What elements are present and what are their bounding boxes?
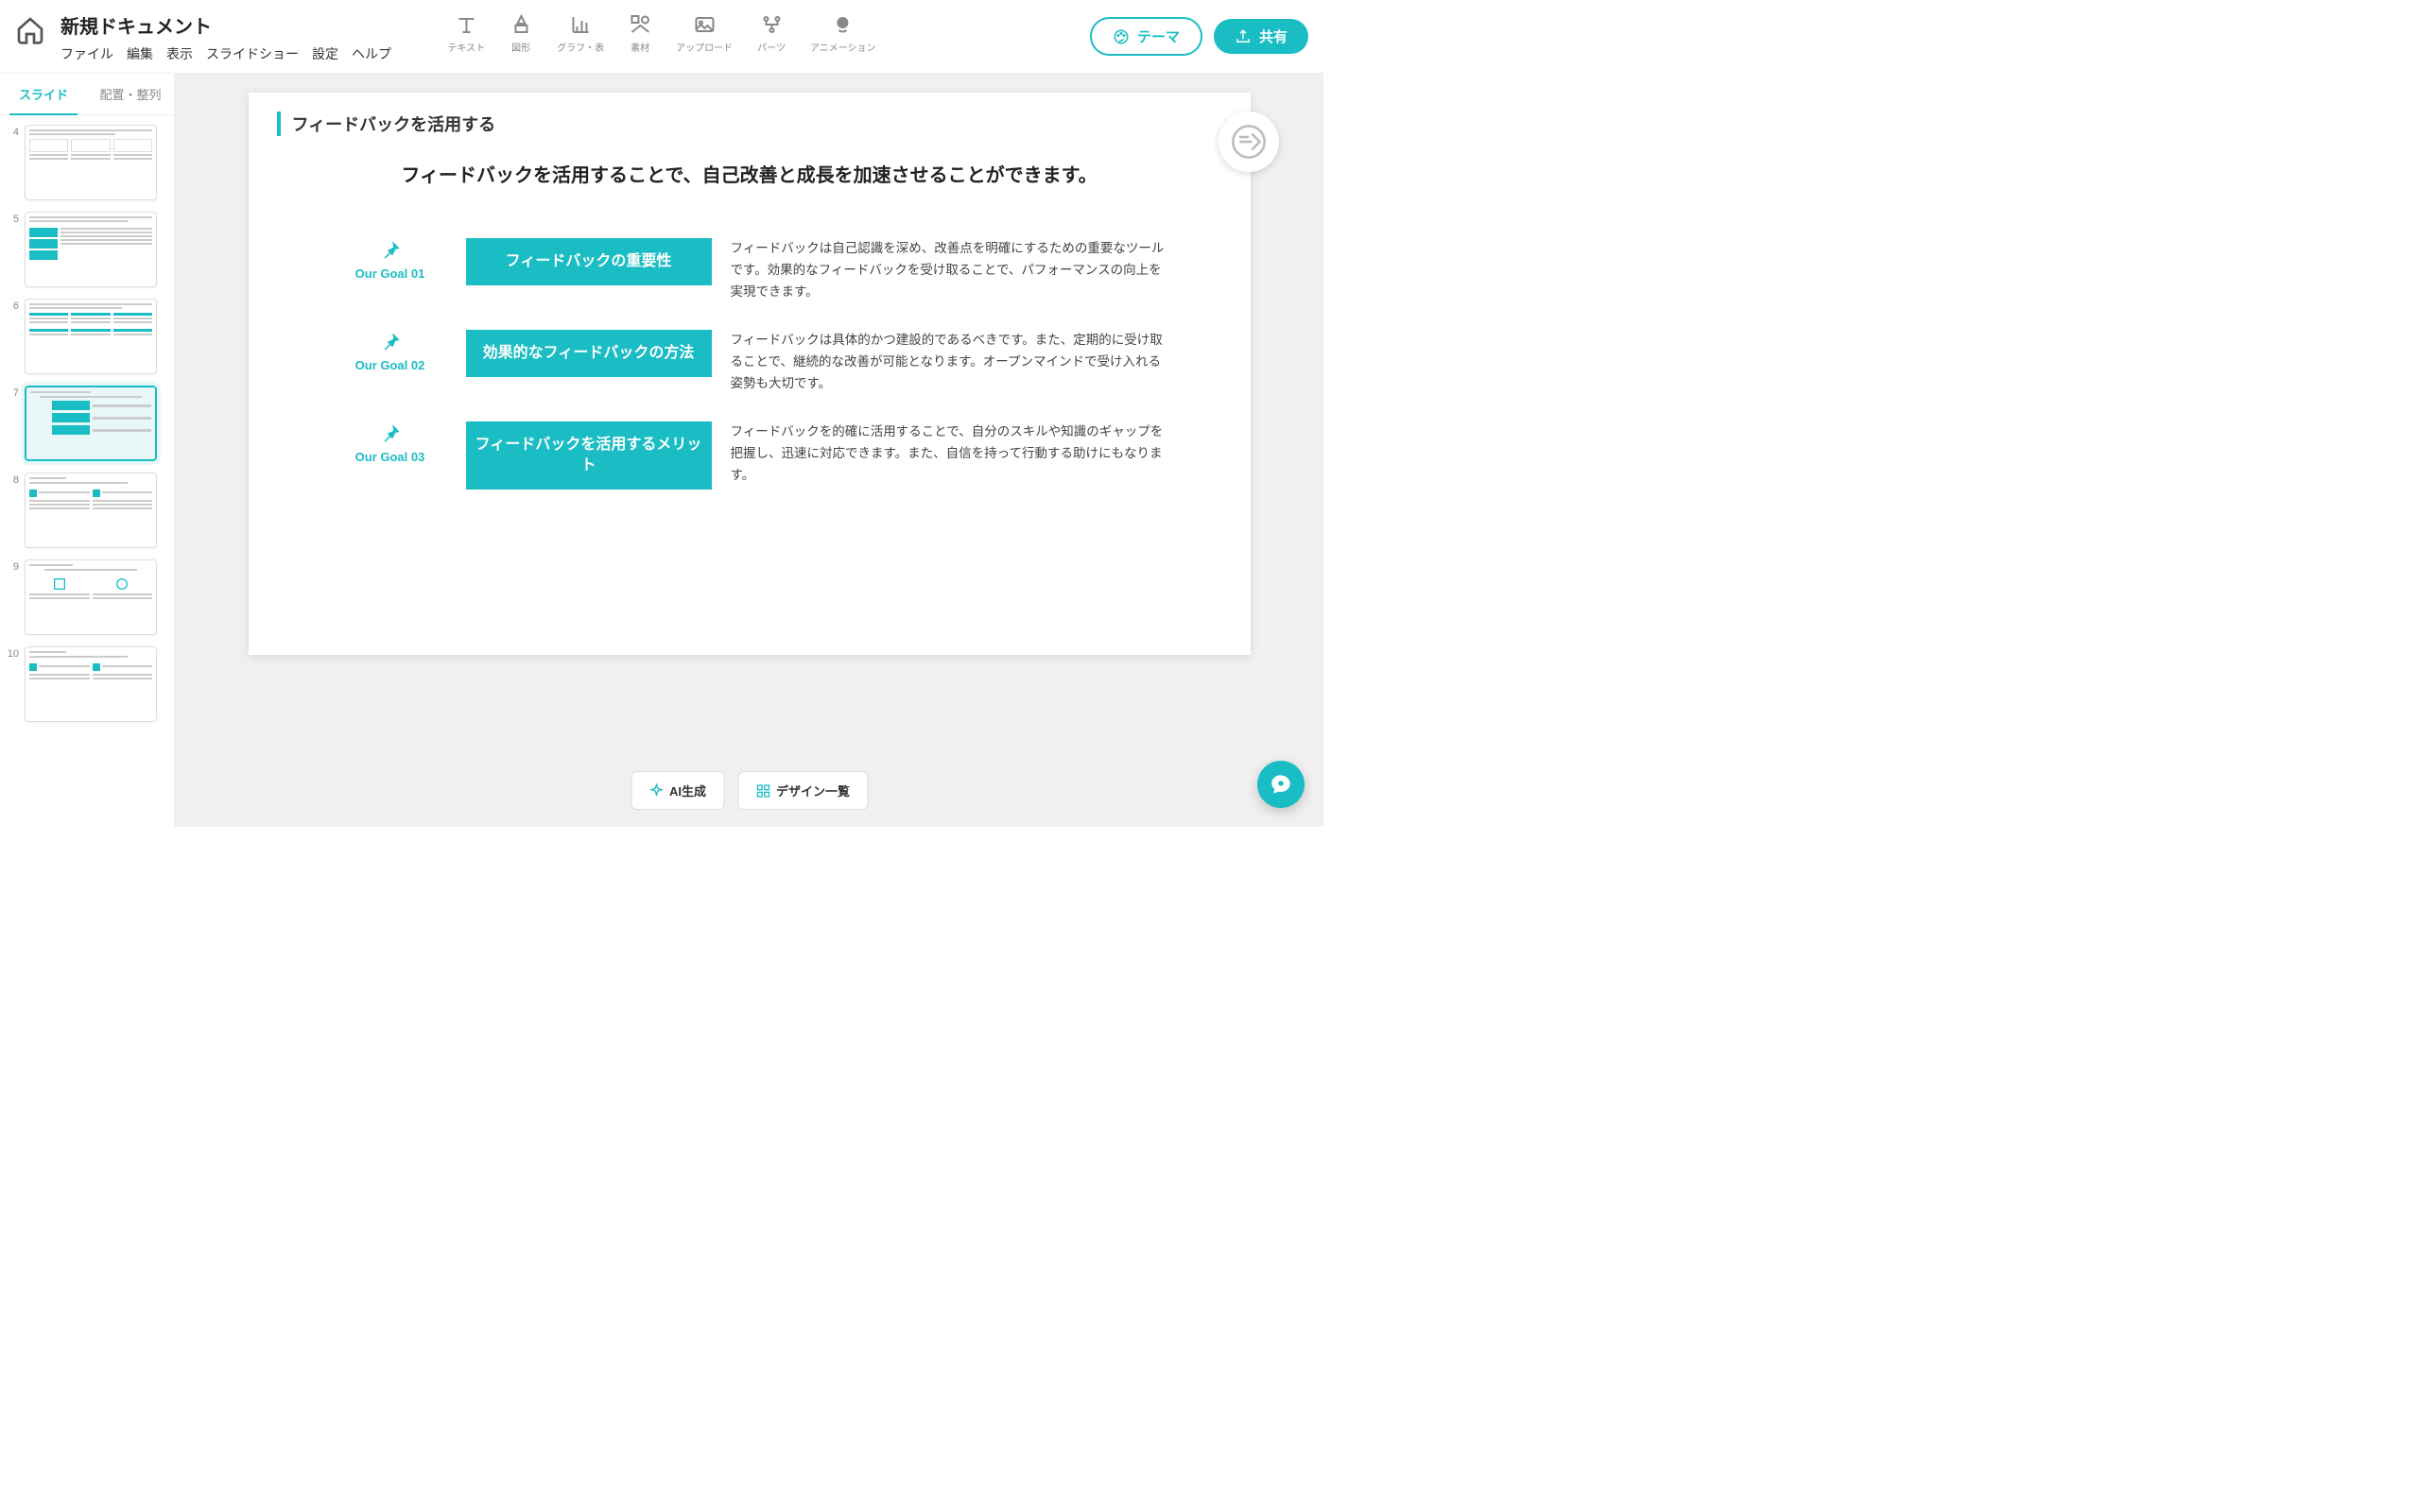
tool-materials-label: 素材 [631, 40, 649, 54]
goal-desc-2[interactable]: フィードバックは具体的かつ建設的であるべきです。また、定期的に受け取ることで、継… [731, 330, 1166, 395]
slide-thumb-7[interactable] [25, 386, 157, 461]
ai-generate-button[interactable]: AI生成 [631, 771, 724, 810]
pin-icon [378, 330, 403, 354]
tool-parts-label: パーツ [757, 40, 786, 54]
sparkle-icon [648, 783, 664, 799]
tool-upload-label: アップロード [676, 40, 733, 54]
doc-info: 新規ドキュメント ファイル 編集 表示 スライドショー 設定 ヘルプ [60, 11, 391, 63]
app-header: 新規ドキュメント ファイル 編集 表示 スライドショー 設定 ヘルプ テキスト … [0, 0, 1323, 74]
toolbar: テキスト 図形 グラフ・表 素材 アップロード パーツ アニメーション [447, 13, 875, 54]
goal-row-2[interactable]: Our Goal 02 効果的なフィードバックの方法 フィードバックは具体的かつ… [277, 330, 1222, 395]
slide-thumb-9[interactable] [25, 559, 157, 635]
tool-text-label: テキスト [447, 40, 485, 54]
goal-left-2: Our Goal 02 [334, 330, 447, 372]
menu-settings[interactable]: 設定 [312, 44, 338, 63]
slide-subtitle[interactable]: フィードバックを活用する [292, 112, 1222, 136]
thumb-num: 8 [4, 474, 19, 486]
goal-row-1[interactable]: Our Goal 01 フィードバックの重要性 フィードバックは自己認識を深め、… [277, 238, 1222, 303]
thumb-num: 5 [4, 214, 19, 225]
slide-thumb-6[interactable] [25, 299, 157, 374]
sidebar-tab-slide[interactable]: スライド [0, 74, 87, 114]
tool-chart-label: グラフ・表 [557, 40, 604, 54]
goal-num-1: Our Goal 01 [355, 266, 425, 281]
chat-fab[interactable] [1257, 761, 1305, 808]
chat-icon [1269, 772, 1293, 797]
pin-icon [378, 238, 403, 263]
goal-box-1[interactable]: フィードバックの重要性 [466, 238, 712, 285]
thumb-num: 6 [4, 301, 19, 312]
slide-title[interactable]: フィードバックを活用することで、自己改善と成長を加速させることができます。 [348, 161, 1151, 191]
goal-desc-1[interactable]: フィードバックは自己認識を深め、改善点を明確にするための重要なツールです。効果的… [731, 238, 1166, 303]
tool-shape[interactable]: 図形 [510, 13, 532, 54]
home-icon[interactable] [15, 15, 45, 45]
stamp-icon[interactable] [1219, 112, 1279, 172]
doc-title[interactable]: 新規ドキュメント [60, 11, 391, 39]
header-left: 新規ドキュメント ファイル 編集 表示 スライドショー 設定 ヘルプ [15, 8, 391, 63]
thumb-num: 7 [4, 387, 19, 399]
slide-thumb-5[interactable] [25, 212, 157, 287]
slide-thumbnails: 4 5 6 7 8 9 10 [0, 115, 174, 827]
slide-thumb-4[interactable] [25, 125, 157, 200]
goal-num-2: Our Goal 02 [355, 358, 425, 372]
menu-edit[interactable]: 編集 [127, 44, 153, 63]
design-list-label: デザイン一覧 [776, 782, 850, 799]
tool-parts[interactable]: パーツ [757, 13, 786, 54]
header-right: テーマ 共有 [1090, 17, 1308, 56]
ai-generate-label: AI生成 [669, 782, 706, 799]
current-slide[interactable]: フィードバックを活用する フィードバックを活用することで、自己改善と成長を加速さ… [249, 93, 1251, 655]
tool-animation[interactable]: アニメーション [810, 13, 876, 54]
sidebar: スライド 配置・整列 4 5 6 7 8 9 10 [0, 74, 175, 827]
theme-button[interactable]: テーマ [1090, 17, 1202, 56]
tool-upload[interactable]: アップロード [676, 13, 733, 54]
thumb-num: 10 [4, 648, 19, 660]
slide-subtitle-bar: フィードバックを活用する [277, 112, 1222, 136]
tool-shape-label: 図形 [511, 40, 530, 54]
thumb-num: 4 [4, 127, 19, 138]
goal-num-3: Our Goal 03 [355, 450, 425, 464]
slide-thumb-8[interactable] [25, 472, 157, 548]
tool-animation-label: アニメーション [810, 40, 876, 54]
menu-help[interactable]: ヘルプ [352, 44, 391, 63]
goal-box-3[interactable]: フィードバックを活用するメリット [466, 421, 712, 490]
palette-icon [1113, 28, 1130, 45]
share-button[interactable]: 共有 [1214, 19, 1308, 54]
share-icon [1235, 28, 1252, 45]
goal-desc-3[interactable]: フィードバックを的確に活用することで、自分のスキルや知識のギャップを把握し、迅速… [731, 421, 1166, 487]
share-button-label: 共有 [1259, 26, 1288, 46]
goal-box-2[interactable]: 効果的なフィードバックの方法 [466, 330, 712, 377]
design-list-button[interactable]: デザイン一覧 [737, 771, 868, 810]
tool-materials[interactable]: 素材 [629, 13, 651, 54]
sidebar-tab-arrange[interactable]: 配置・整列 [87, 74, 174, 114]
tool-chart[interactable]: グラフ・表 [557, 13, 604, 54]
tool-text[interactable]: テキスト [447, 13, 485, 54]
menu-slideshow[interactable]: スライドショー [206, 44, 299, 63]
menu-bar: ファイル 編集 表示 スライドショー 設定 ヘルプ [60, 44, 391, 63]
menu-file[interactable]: ファイル [60, 44, 113, 63]
sidebar-tabs: スライド 配置・整列 [0, 74, 174, 115]
bottom-bar: AI生成 デザイン一覧 [631, 771, 868, 810]
canvas-area: フィードバックを活用する フィードバックを活用することで、自己改善と成長を加速さ… [175, 74, 1323, 827]
layout-icon [755, 783, 770, 799]
pin-icon [378, 421, 403, 446]
menu-view[interactable]: 表示 [166, 44, 193, 63]
goal-row-3[interactable]: Our Goal 03 フィードバックを活用するメリット フィードバックを的確に… [277, 421, 1222, 490]
theme-button-label: テーマ [1137, 26, 1180, 46]
goal-left-1: Our Goal 01 [334, 238, 447, 281]
goal-left-3: Our Goal 03 [334, 421, 447, 464]
thumb-num: 9 [4, 561, 19, 573]
slide-thumb-10[interactable] [25, 646, 157, 722]
